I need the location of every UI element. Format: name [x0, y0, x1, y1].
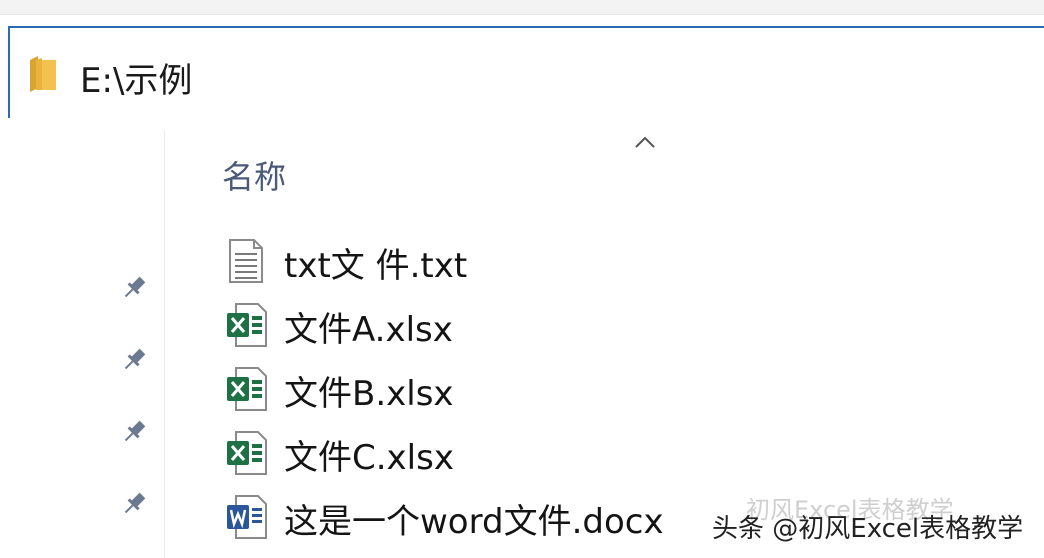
address-bar[interactable]: E:\示例	[8, 26, 1044, 118]
list-item[interactable]: txt文 件.txt	[220, 232, 780, 290]
file-name[interactable]: 这是一个word文件.docx	[284, 494, 664, 543]
navigation-pane	[0, 130, 165, 558]
file-name[interactable]: 文件A.xlsx	[284, 302, 453, 351]
word-file-icon	[226, 494, 268, 544]
file-name[interactable]: txt文 件.txt	[284, 238, 467, 287]
list-item[interactable]: 这是一个word文件.docx	[220, 488, 780, 546]
list-item[interactable]: 文件B.xlsx	[220, 360, 780, 418]
list-item[interactable]: 文件A.xlsx	[220, 296, 780, 354]
folder-icon	[28, 54, 58, 98]
file-name[interactable]: 文件C.xlsx	[284, 430, 454, 479]
file-name[interactable]: 文件B.xlsx	[284, 366, 454, 415]
pin-icon[interactable]	[118, 272, 150, 308]
pin-icon[interactable]	[118, 344, 150, 380]
text-file-icon	[226, 238, 266, 288]
excel-file-icon	[226, 366, 268, 416]
excel-file-icon	[226, 302, 268, 352]
pin-icon[interactable]	[118, 488, 150, 524]
column-header-name[interactable]: 名称	[222, 152, 286, 198]
chevron-up-icon[interactable]	[633, 134, 657, 153]
address-path[interactable]: E:\示例	[80, 53, 192, 102]
window-top-strip	[0, 0, 1044, 15]
list-item[interactable]: 文件C.xlsx	[220, 424, 780, 482]
watermark: 头条 @初风Excel表格教学	[712, 514, 1024, 544]
pin-icon[interactable]	[118, 416, 150, 452]
excel-file-icon	[226, 430, 268, 480]
